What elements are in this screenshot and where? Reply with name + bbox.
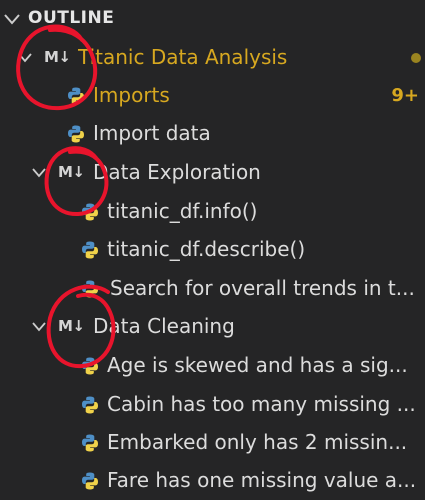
outline-item-titanic-data-analysis[interactable]: M↓ Titanic Data Analysis bbox=[0, 39, 425, 77]
python-icon bbox=[68, 87, 84, 105]
outline-header[interactable]: OUTLINE bbox=[0, 0, 425, 38]
outline-title: OUTLINE bbox=[28, 8, 115, 28]
python-icon bbox=[82, 396, 98, 414]
outline-item-label: titanic_df.describe() bbox=[107, 237, 306, 261]
outline-item-label: Data Cleaning bbox=[93, 314, 235, 338]
outline-item-cabin-missing[interactable]: Cabin has too many missing ... bbox=[0, 386, 425, 424]
chevron-down-icon[interactable] bbox=[30, 318, 48, 336]
outline-item-imports[interactable]: Imports 9+ bbox=[0, 77, 425, 115]
outline-item-search-trends[interactable]: Search for overall trends in t... bbox=[0, 270, 425, 308]
modified-dot bbox=[411, 53, 421, 63]
outline-item-label: titanic_df.info() bbox=[107, 199, 258, 223]
outline-item-label: Embarked only has 2 missin... bbox=[107, 430, 408, 454]
python-icon bbox=[82, 357, 98, 375]
python-icon bbox=[82, 280, 98, 298]
outline-item-label: Data Exploration bbox=[93, 160, 261, 184]
outline-item-label: Import data bbox=[93, 121, 211, 145]
outline-item-label: Titanic Data Analysis bbox=[78, 45, 288, 69]
problems-badge: 9+ bbox=[391, 85, 419, 106]
python-icon bbox=[68, 125, 84, 143]
outline-item-titanic-df-describe[interactable]: titanic_df.describe() bbox=[0, 231, 425, 269]
markdown-icon: M↓ bbox=[44, 48, 71, 66]
markdown-icon: M↓ bbox=[58, 317, 85, 335]
chevron-down-icon[interactable] bbox=[30, 164, 48, 182]
markdown-icon: M↓ bbox=[58, 163, 85, 181]
outline-item-label: Fare has one missing value a... bbox=[107, 468, 417, 492]
outline-item-import-data[interactable]: Import data bbox=[0, 115, 425, 153]
outline-item-label: Age is skewed and has a sig... bbox=[107, 353, 408, 377]
python-icon bbox=[82, 434, 98, 452]
outline-item-age-skewed[interactable]: Age is skewed and has a sig... bbox=[0, 347, 425, 385]
python-icon bbox=[82, 472, 98, 490]
outline-item-data-exploration[interactable]: M↓ Data Exploration bbox=[0, 154, 425, 192]
outline-item-data-cleaning[interactable]: M↓ Data Cleaning bbox=[0, 308, 425, 346]
outline-item-label: Cabin has too many missing ... bbox=[107, 392, 416, 416]
outline-item-fare-missing[interactable]: Fare has one missing value a... bbox=[0, 462, 425, 500]
chevron-down-icon[interactable] bbox=[16, 49, 34, 67]
python-icon bbox=[82, 241, 98, 259]
outline-item-label: Search for overall trends in t... bbox=[110, 276, 415, 300]
outline-item-label: Imports bbox=[93, 83, 170, 107]
outline-item-embarked-missing[interactable]: Embarked only has 2 missin... bbox=[0, 424, 425, 462]
python-icon bbox=[82, 203, 98, 221]
outline-item-titanic-df-info[interactable]: titanic_df.info() bbox=[0, 193, 425, 231]
chevron-down-icon[interactable] bbox=[2, 9, 22, 29]
